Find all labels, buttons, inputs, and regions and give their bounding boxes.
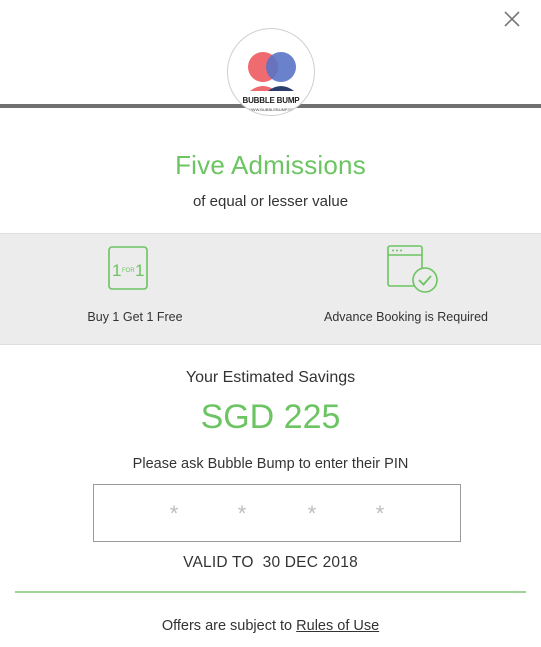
offer-features-panel: 1 FOR 1 Buy 1 Get 1 Free Advance Booking… [0,233,541,345]
validity-date: VALID TO 30 DEC 2018 [183,554,358,571]
footer-terms: Offers are subject to Rules of Use [0,618,541,634]
pin-input[interactable]: * * * * [93,484,461,542]
calendar-check-icon [387,245,438,293]
merchant-logo: BUBBLE BUMP WWW.BUBBLEBUMP.SG [227,28,315,116]
savings-value: SGD 225 [200,398,341,436]
pin-digit-1: * [169,501,179,526]
savings-label: Your Estimated Savings [185,369,356,386]
logo-url-text: WWW.BUBBLEBUMP.SG [248,107,294,112]
feature-advance-booking: Advance Booking is Required [271,234,541,344]
feature-buy-one-get-one: 1 FOR 1 Buy 1 Get 1 Free [0,234,270,344]
svg-text:1: 1 [112,261,121,280]
feature-label: Advance Booking is Required [324,310,488,324]
close-icon [504,11,520,27]
close-button[interactable] [499,6,525,32]
offer-title: Five Admissions [175,150,366,180]
pin-digit-4: * [375,501,385,526]
svg-text:FOR: FOR [122,268,135,274]
logo-brand-text: BUBBLE BUMP [242,96,300,105]
svg-text:1: 1 [135,261,144,280]
offer-subtitle: of equal or lesser value [192,193,349,210]
pin-prompt: Please ask Bubble Bump to enter their PI… [132,456,409,472]
pin-digit-2: * [237,501,247,526]
rules-of-use-link[interactable]: Rules of Use [296,618,379,634]
pin-digit-3: * [307,501,317,526]
footer-divider [15,591,526,593]
one-for-one-icon: 1 FOR 1 [108,246,148,290]
footer-text: Offers are subject to [161,618,293,634]
feature-label: Buy 1 Get 1 Free [87,310,183,324]
